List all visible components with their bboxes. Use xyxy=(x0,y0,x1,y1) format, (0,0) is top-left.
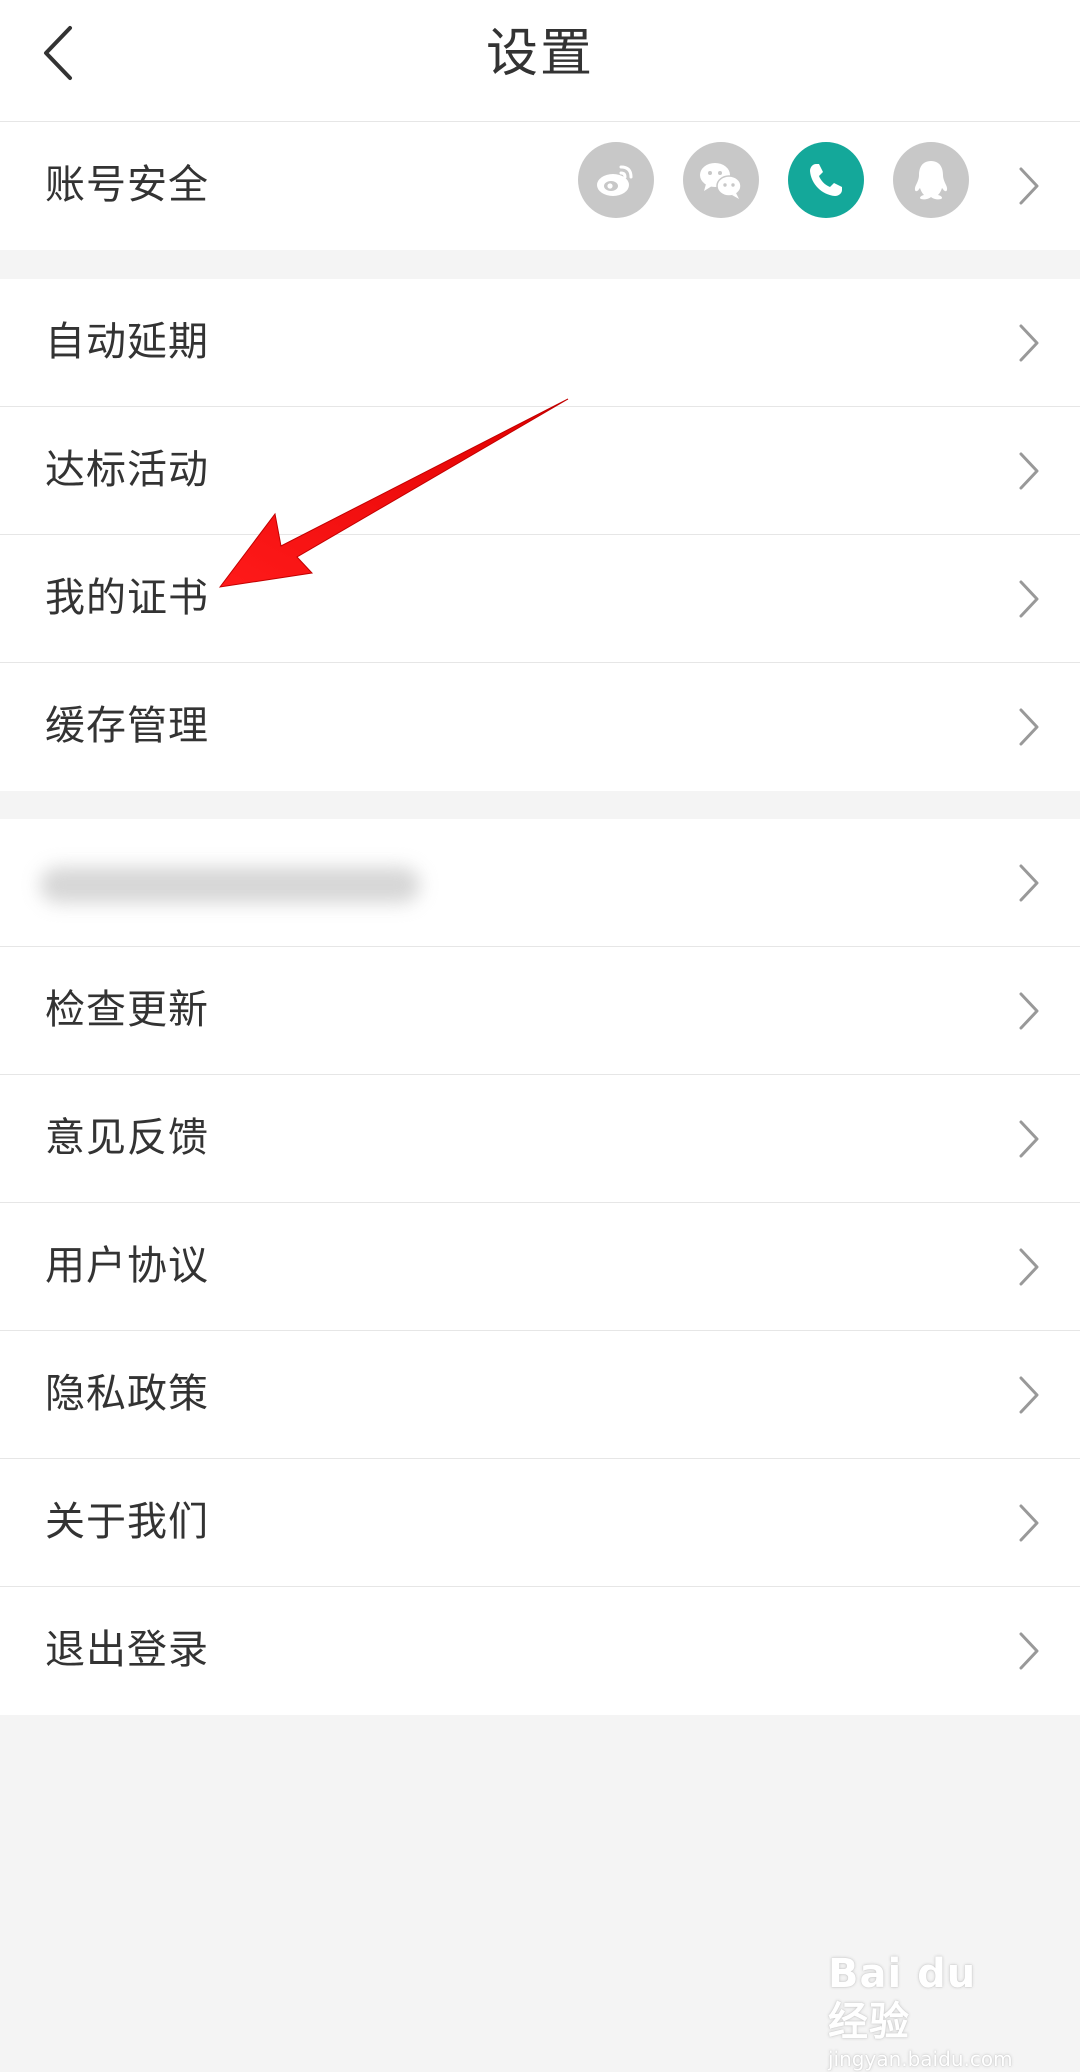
row-label: 检查更新 xyxy=(45,987,209,1033)
privacy-policy-row[interactable]: 隐私政策 xyxy=(0,1331,1080,1459)
row-label: 账号安全 xyxy=(45,162,209,208)
chevron-right-icon xyxy=(1019,1248,1039,1286)
row-label: 达标活动 xyxy=(45,447,209,493)
baidu-jingyan-watermark: Bai du 经验 jingyan.baidu.com xyxy=(828,1950,1028,2071)
row-label: 意见反馈 xyxy=(45,1115,209,1161)
settings-group-primary: 自动延期 达标活动 我的证书 缓存管理 xyxy=(0,279,1080,791)
chevron-right-icon xyxy=(1019,864,1039,902)
row-label: 缓存管理 xyxy=(45,703,209,749)
achievement-activity-row[interactable]: 达标活动 xyxy=(0,407,1080,535)
row-label: 关于我们 xyxy=(45,1499,209,1545)
chevron-right-icon xyxy=(1019,708,1039,746)
top-nav-bar: 设置 xyxy=(0,0,1080,122)
row-label: 我的证书 xyxy=(45,575,209,621)
page-title: 设置 xyxy=(485,24,594,84)
chevron-right-icon xyxy=(1019,324,1039,362)
chevron-right-icon xyxy=(1019,1120,1039,1158)
chevron-right-icon xyxy=(1019,992,1039,1030)
weibo-icon xyxy=(597,165,633,196)
watermark-logo: Bai du 经验 xyxy=(828,1951,977,2045)
account-security-group: 账号安全 xyxy=(0,122,1080,250)
wechat-link-button[interactable] xyxy=(683,142,759,218)
chevron-right-icon xyxy=(1019,1504,1039,1542)
user-agreement-row[interactable]: 用户协议 xyxy=(0,1203,1080,1331)
chevron-right-icon xyxy=(1019,580,1039,618)
row-label: 自动延期 xyxy=(45,319,209,365)
check-update-row[interactable]: 检查更新 xyxy=(0,947,1080,1075)
chevron-right-icon xyxy=(1019,167,1039,205)
weibo-link-button[interactable] xyxy=(578,142,654,218)
redacted-text xyxy=(40,867,420,903)
chevron-right-icon xyxy=(1019,1376,1039,1414)
phone-icon xyxy=(810,164,842,196)
qq-link-button[interactable] xyxy=(893,142,969,218)
chevron-right-icon xyxy=(1019,1632,1039,1670)
my-certificates-row[interactable]: 我的证书 xyxy=(0,535,1080,663)
row-label: 退出登录 xyxy=(45,1627,209,1673)
qq-icon xyxy=(914,161,948,200)
row-label: 用户协议 xyxy=(45,1243,209,1289)
watermark-url: jingyan.baidu.com xyxy=(828,2047,1013,2071)
redacted-account-row[interactable] xyxy=(0,819,1080,947)
account-security-row[interactable]: 账号安全 xyxy=(0,122,1080,250)
wechat-icon xyxy=(700,163,742,199)
chevron-right-icon xyxy=(1019,452,1039,490)
logout-row[interactable]: 退出登录 xyxy=(0,1587,1080,1715)
feedback-row[interactable]: 意见反馈 xyxy=(0,1075,1080,1203)
auto-renew-row[interactable]: 自动延期 xyxy=(0,279,1080,407)
about-us-row[interactable]: 关于我们 xyxy=(0,1459,1080,1587)
row-label: 隐私政策 xyxy=(45,1371,209,1417)
cache-management-row[interactable]: 缓存管理 xyxy=(0,663,1080,791)
settings-group-secondary: 检查更新 意见反馈 用户协议 隐私政策 关于我们 退出登录 xyxy=(0,819,1080,1715)
phone-link-button[interactable] xyxy=(788,142,864,218)
